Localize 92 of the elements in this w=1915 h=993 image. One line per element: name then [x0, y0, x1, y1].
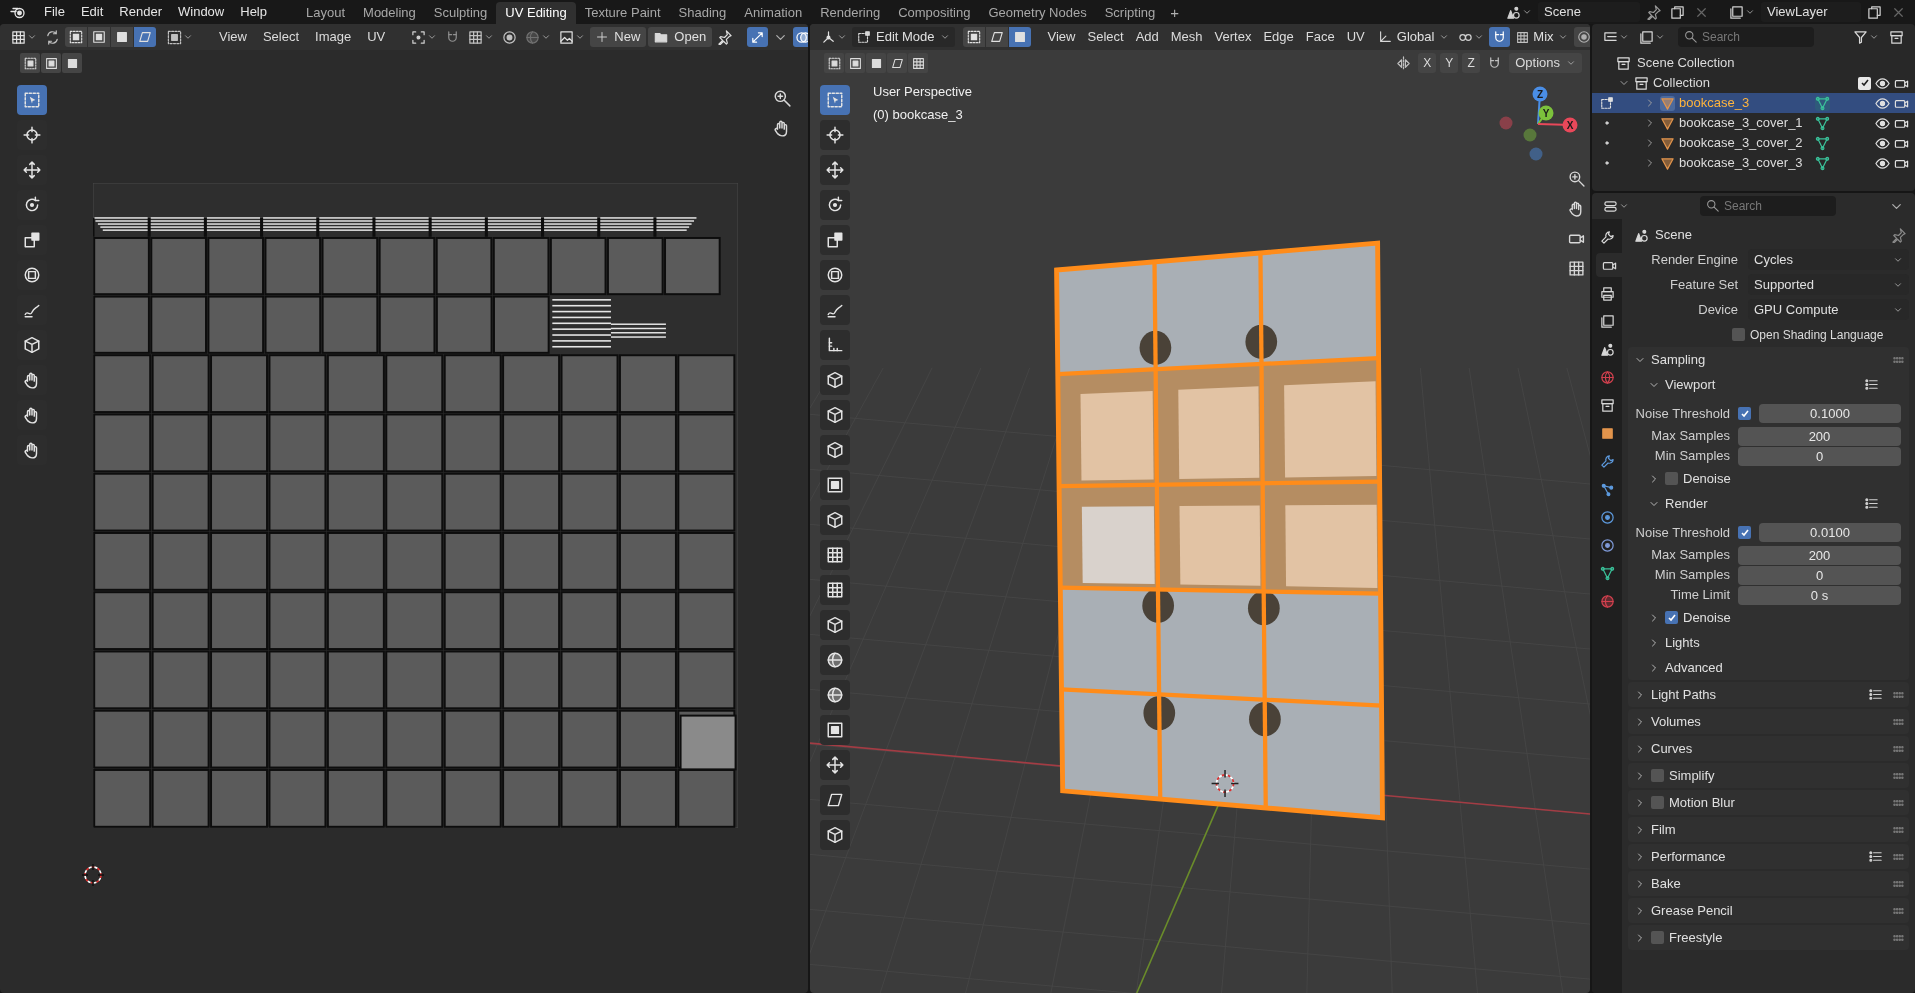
subpanel-header[interactable]: Denoise [1683, 468, 1731, 489]
menu-item[interactable]: Select [255, 27, 307, 47]
object-label-text: (0) bookcase_3 [873, 105, 964, 124]
checkbox-label[interactable]: Open Shading Language [1750, 325, 1884, 344]
menu-item[interactable]: UV [1341, 27, 1370, 47]
menu-item[interactable]: UV [360, 27, 393, 47]
field-label: Device [1697, 300, 1738, 319]
menu-item[interactable]: File [36, 0, 73, 24]
panel-header[interactable]: Freestyle [1669, 927, 1723, 948]
panel-header[interactable]: Film [1651, 819, 1676, 840]
subpanel-header[interactable]: Advanced [1665, 657, 1723, 678]
workspace-tab[interactable]: Modeling [354, 2, 425, 24]
workspace-tab[interactable]: Geometry Nodes [979, 2, 1096, 24]
workspace-tab[interactable]: UV Editing [496, 2, 576, 24]
menu-item[interactable]: Edge [1258, 27, 1299, 47]
axis-button[interactable]: X [1537, 117, 1578, 133]
context-label: Scene [1655, 226, 1692, 245]
orientation-dropdown[interactable]: Global [1373, 27, 1454, 47]
menu-item[interactable]: View [212, 27, 254, 47]
object-name: bookcase_3_cover_1 [1679, 114, 1804, 133]
add-workspace-button[interactable]: + [1164, 2, 1185, 24]
dropdown[interactable]: Supported [1748, 274, 1909, 295]
outliner-row[interactable]: bookcase_3 [1592, 93, 1915, 113]
menu-item[interactable]: Edit [72, 0, 112, 24]
options-dropdown[interactable]: Options [1509, 53, 1582, 73]
subpanel-header[interactable]: Render [1665, 493, 1708, 514]
menu-item[interactable]: Face [1300, 27, 1340, 47]
object-name: bookcase_3 [1679, 94, 1751, 113]
workspace-tab[interactable]: Rendering [811, 2, 890, 24]
number-field[interactable]: 0 [1738, 565, 1901, 585]
field-label: Feature Set [1669, 275, 1738, 294]
field-label: Max Samples [1650, 427, 1730, 446]
dropdown[interactable]: Cycles [1748, 249, 1909, 270]
search-field[interactable]: Search [1678, 27, 1814, 47]
panel-header[interactable]: Volumes [1651, 711, 1701, 732]
scene-name-field[interactable]: Scene [1538, 2, 1640, 22]
menu-item[interactable]: Window [170, 0, 233, 24]
menu-item[interactable]: Add [1130, 27, 1164, 47]
workspace-tab[interactable]: Sculpting [424, 2, 497, 24]
menu-item[interactable]: Select [1082, 27, 1129, 47]
field-label: Time Limit [1669, 586, 1730, 605]
subpanel-header[interactable]: Viewport [1665, 374, 1716, 395]
workspace-tab[interactable]: Shading [669, 2, 736, 24]
tree-item-label[interactable]: Collection [1653, 73, 1711, 93]
outliner-row[interactable]: bookcase_3_cover_2 [1592, 133, 1915, 153]
tree-item-label[interactable]: Scene Collection [1637, 53, 1735, 73]
open-image-button[interactable]: Open [648, 27, 713, 47]
subpanel-header[interactable]: Denoise [1683, 607, 1731, 628]
field-label: Min Samples [1653, 566, 1730, 585]
view-name-text: User Perspective [873, 83, 972, 101]
view-layer-field[interactable]: ViewLayer [1761, 2, 1861, 22]
menu-item[interactable]: Mesh [1165, 27, 1208, 47]
number-field[interactable]: 0.0100 [1759, 523, 1901, 542]
field-label: Max Samples [1650, 546, 1730, 565]
field-label: Min Samples [1653, 447, 1730, 466]
workspace-tab[interactable]: Layout [297, 2, 355, 24]
workspace-tab[interactable]: Animation [735, 2, 812, 24]
object-name: bookcase_3_cover_2 [1679, 134, 1804, 153]
subpanel-header[interactable]: Lights [1665, 632, 1700, 653]
snap-target-dropdown[interactable]: Mix [1512, 27, 1572, 47]
panel-header[interactable]: Bake [1651, 873, 1681, 894]
field-label: Render Engine [1650, 250, 1738, 269]
new-image-button[interactable]: New [590, 27, 647, 47]
search-field[interactable]: Search [1700, 196, 1836, 216]
outliner-row[interactable]: bookcase_3_cover_3 [1592, 153, 1915, 173]
mirror-axis-toggle[interactable]: Z [1462, 53, 1481, 73]
number-field[interactable]: 0 [1738, 446, 1901, 466]
workspace-tab[interactable]: Compositing [889, 2, 980, 24]
panel-header[interactable]: Curves [1651, 738, 1693, 759]
field-label: Noise Threshold [1634, 523, 1730, 542]
dropdown[interactable]: GPU Compute [1748, 299, 1909, 320]
number-field[interactable]: 200 [1738, 426, 1901, 446]
workspace-tab[interactable]: Texture Paint [575, 2, 670, 24]
field-label: Noise Threshold [1634, 404, 1730, 423]
menu-item[interactable]: Render [111, 0, 170, 24]
menu-item[interactable]: Help [232, 0, 275, 24]
workspace-tab[interactable]: Scripting [1095, 2, 1165, 24]
outliner-row[interactable]: bookcase_3_cover_1 [1592, 113, 1915, 133]
panel-header[interactable]: Light Paths [1651, 684, 1717, 705]
mirror-axis-toggle[interactable]: Y [1440, 53, 1459, 73]
number-field[interactable]: 0.1000 [1759, 404, 1901, 423]
panel-header[interactable]: Sampling [1651, 349, 1706, 370]
menu-item[interactable]: Vertex [1209, 27, 1257, 47]
number-field[interactable]: 200 [1738, 545, 1901, 565]
menu-item[interactable]: View [1042, 27, 1081, 47]
panel-header[interactable]: Simplify [1669, 765, 1715, 786]
number-field[interactable]: 0 s [1738, 585, 1901, 605]
menu-item[interactable]: Image [308, 27, 359, 47]
object-name: bookcase_3_cover_3 [1679, 154, 1804, 173]
mirror-axis-toggle[interactable]: X [1418, 53, 1437, 73]
panel-header[interactable]: Motion Blur [1669, 792, 1735, 813]
mode-dropdown[interactable]: Edit Mode [852, 27, 955, 47]
